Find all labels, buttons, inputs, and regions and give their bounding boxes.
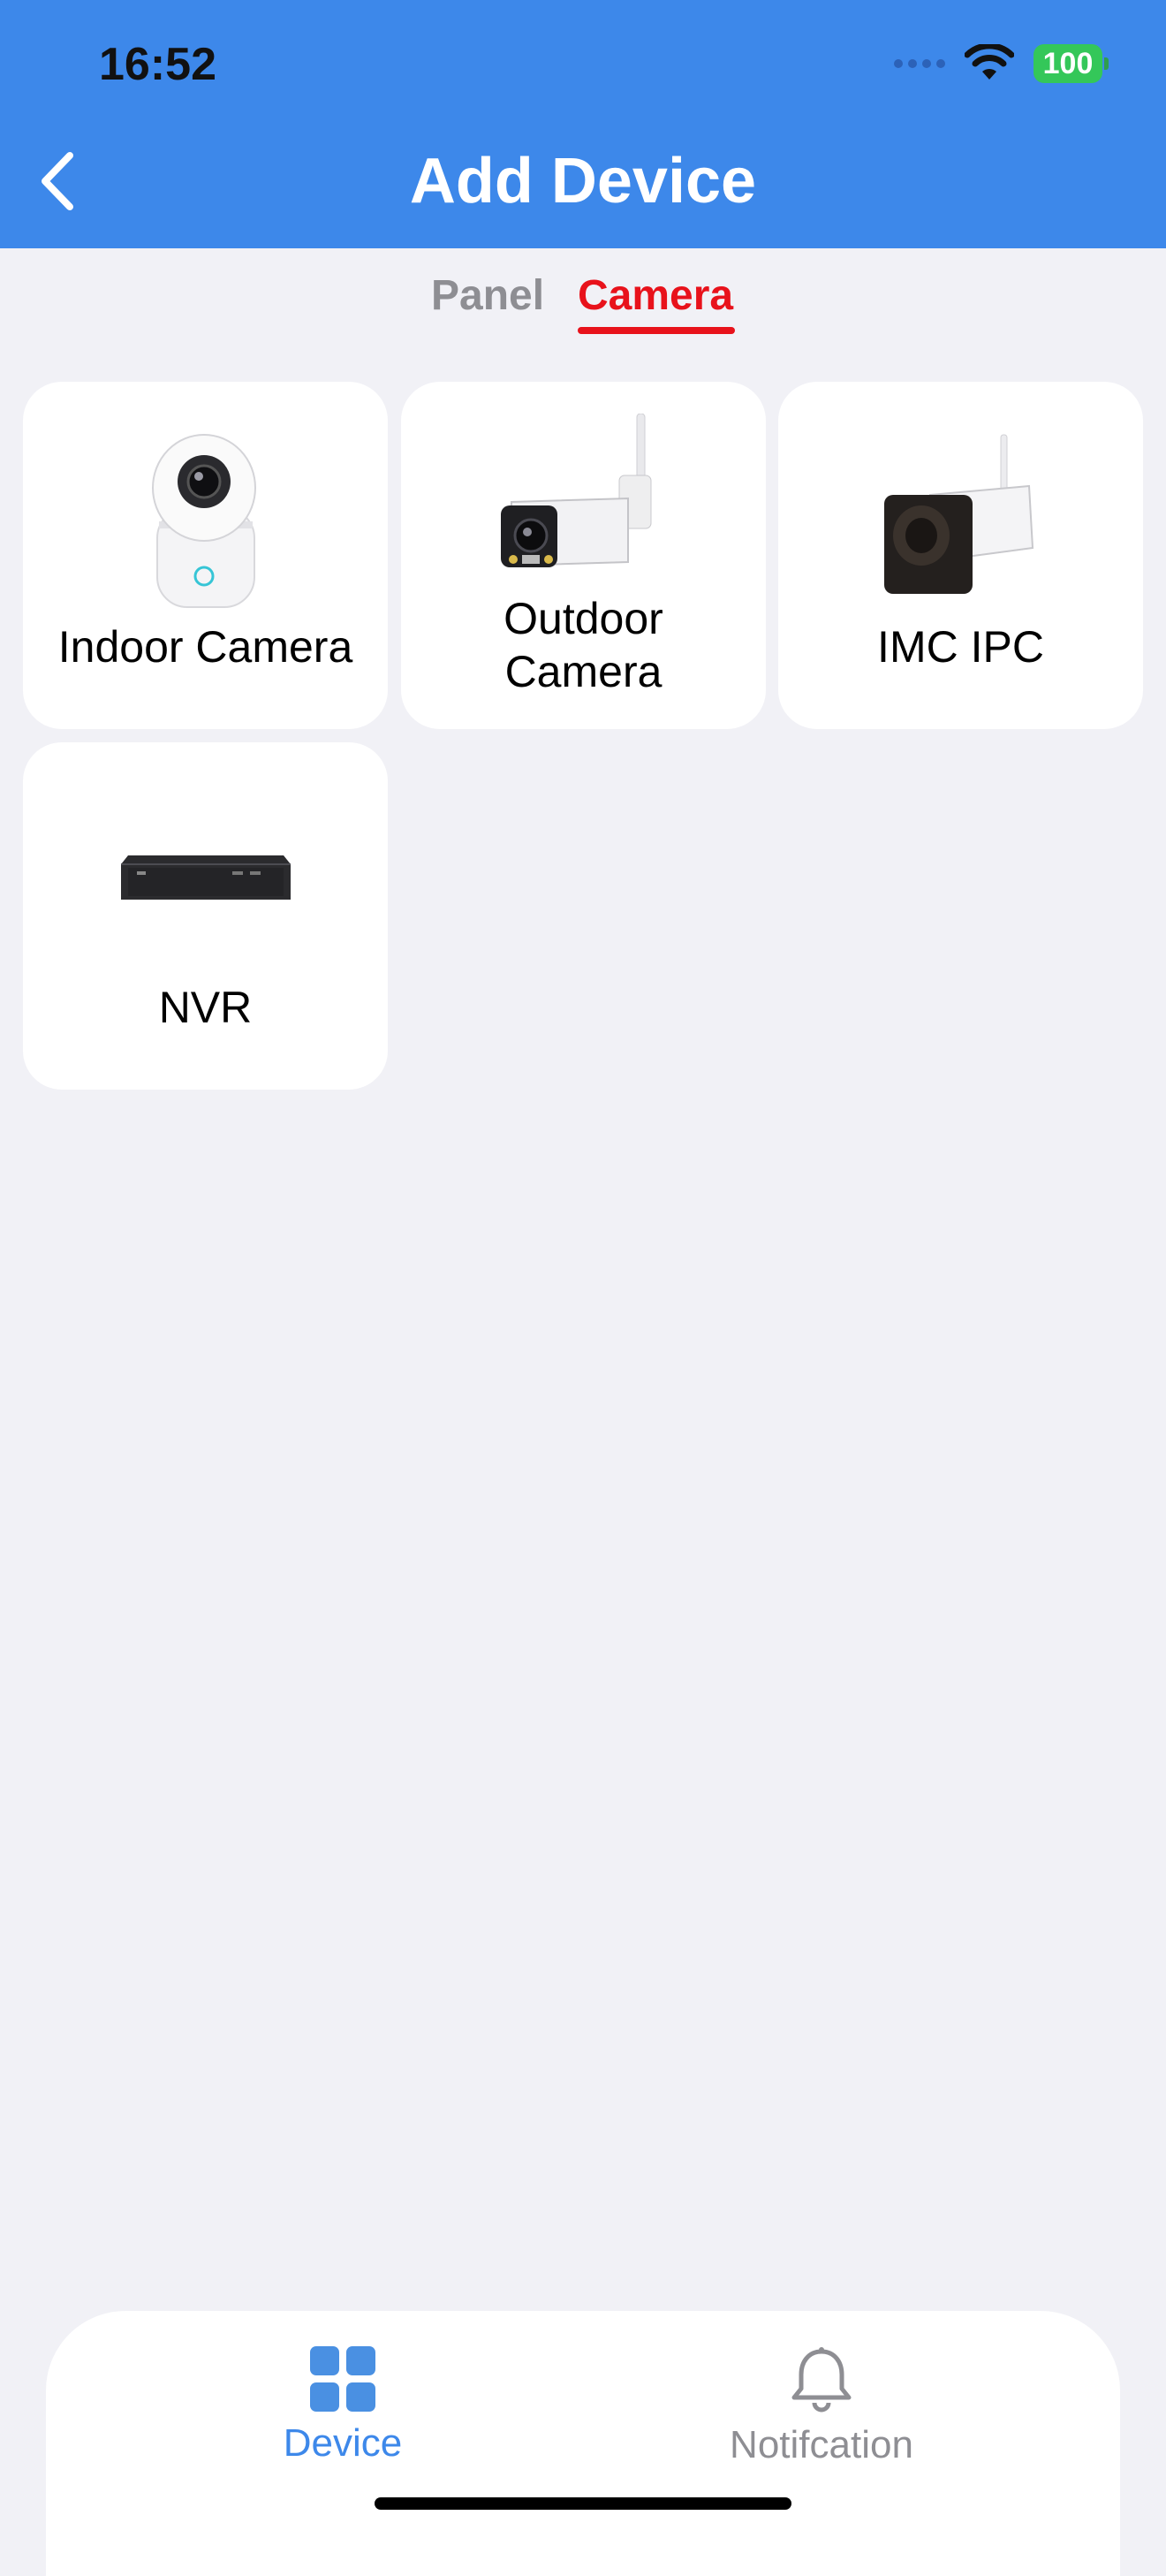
device-label: IMC IPC — [877, 622, 1044, 672]
device-card-nvr[interactable]: NVR — [23, 742, 388, 1090]
bullet-camera-icon — [883, 434, 1034, 594]
grid-icon — [310, 2346, 375, 2412]
bottom-tab-bar: Device Notifcation — [46, 2311, 1120, 2576]
device-card-outdoor-camera[interactable]: Outdoor Camera — [401, 382, 766, 729]
bell-icon — [791, 2347, 852, 2413]
indoor-camera-icon — [151, 434, 256, 608]
tab-notification-label: Notifcation — [730, 2423, 913, 2466]
cellular-signal-icon — [894, 59, 945, 68]
page-title: Add Device — [409, 146, 757, 217]
device-label-line-2: Camera — [504, 647, 662, 696]
device-label: Outdoor Camera — [410, 592, 757, 698]
device-card-indoor-camera[interactable]: Indoor Camera — [23, 382, 388, 729]
tab-active-underline — [578, 327, 735, 334]
wifi-icon — [965, 44, 1014, 80]
battery-indicator: 100 — [1034, 44, 1109, 83]
device-label: NVR — [158, 983, 253, 1032]
header-bar: 16:52 100 Add Device — [0, 0, 1166, 248]
device-card-imc-ipc[interactable]: IMC IPC — [778, 382, 1143, 729]
status-time: 16:52 — [99, 39, 216, 90]
tab-notification[interactable]: Notifcation — [689, 2346, 954, 2469]
tab-camera[interactable]: Camera — [578, 265, 733, 336]
tab-panel[interactable]: Panel — [431, 265, 544, 336]
home-indicator — [375, 2497, 791, 2510]
tab-device-label: Device — [283, 2421, 403, 2465]
status-icons: 100 — [894, 41, 1109, 87]
device-label-line-1: Outdoor — [504, 594, 663, 643]
nvr-recorder-icon — [120, 855, 291, 900]
device-label: Indoor Camera — [57, 622, 353, 672]
outdoor-camera-icon — [500, 414, 651, 567]
tab-device[interactable]: Device — [210, 2346, 475, 2467]
